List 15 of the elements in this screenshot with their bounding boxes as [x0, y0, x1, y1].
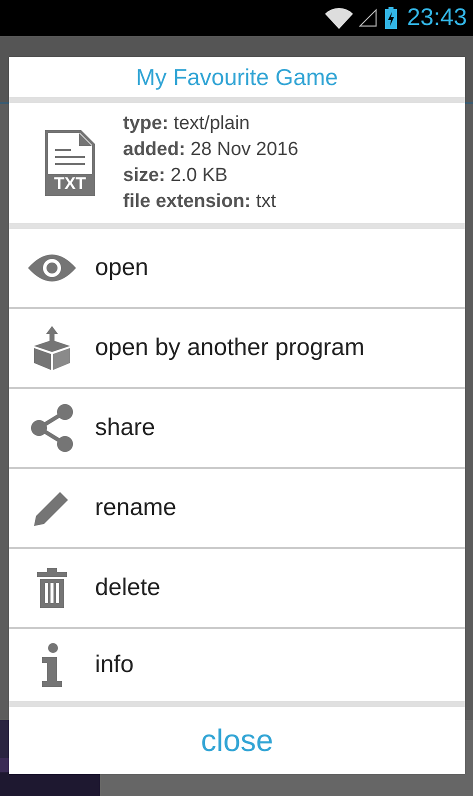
trash-icon	[37, 568, 67, 608]
wifi-icon	[324, 8, 353, 28]
share-icon	[30, 404, 74, 452]
file-detail: file extension: txt	[123, 191, 278, 213]
eye-icon	[28, 253, 76, 283]
text-file-icon: TXT	[45, 130, 95, 196]
clock-time: 23:43	[406, 4, 467, 32]
file-detail: size: 2.0 KB	[123, 165, 229, 187]
battery-icon	[384, 7, 397, 29]
info-icon	[40, 643, 64, 687]
file-detail: added: 28 Nov 2016	[123, 139, 298, 161]
signal-icon	[358, 8, 377, 28]
dialog-title: My Favourite Game	[9, 57, 465, 103]
pencil-icon	[34, 490, 70, 526]
file-detail: type: text/plain	[123, 113, 251, 135]
